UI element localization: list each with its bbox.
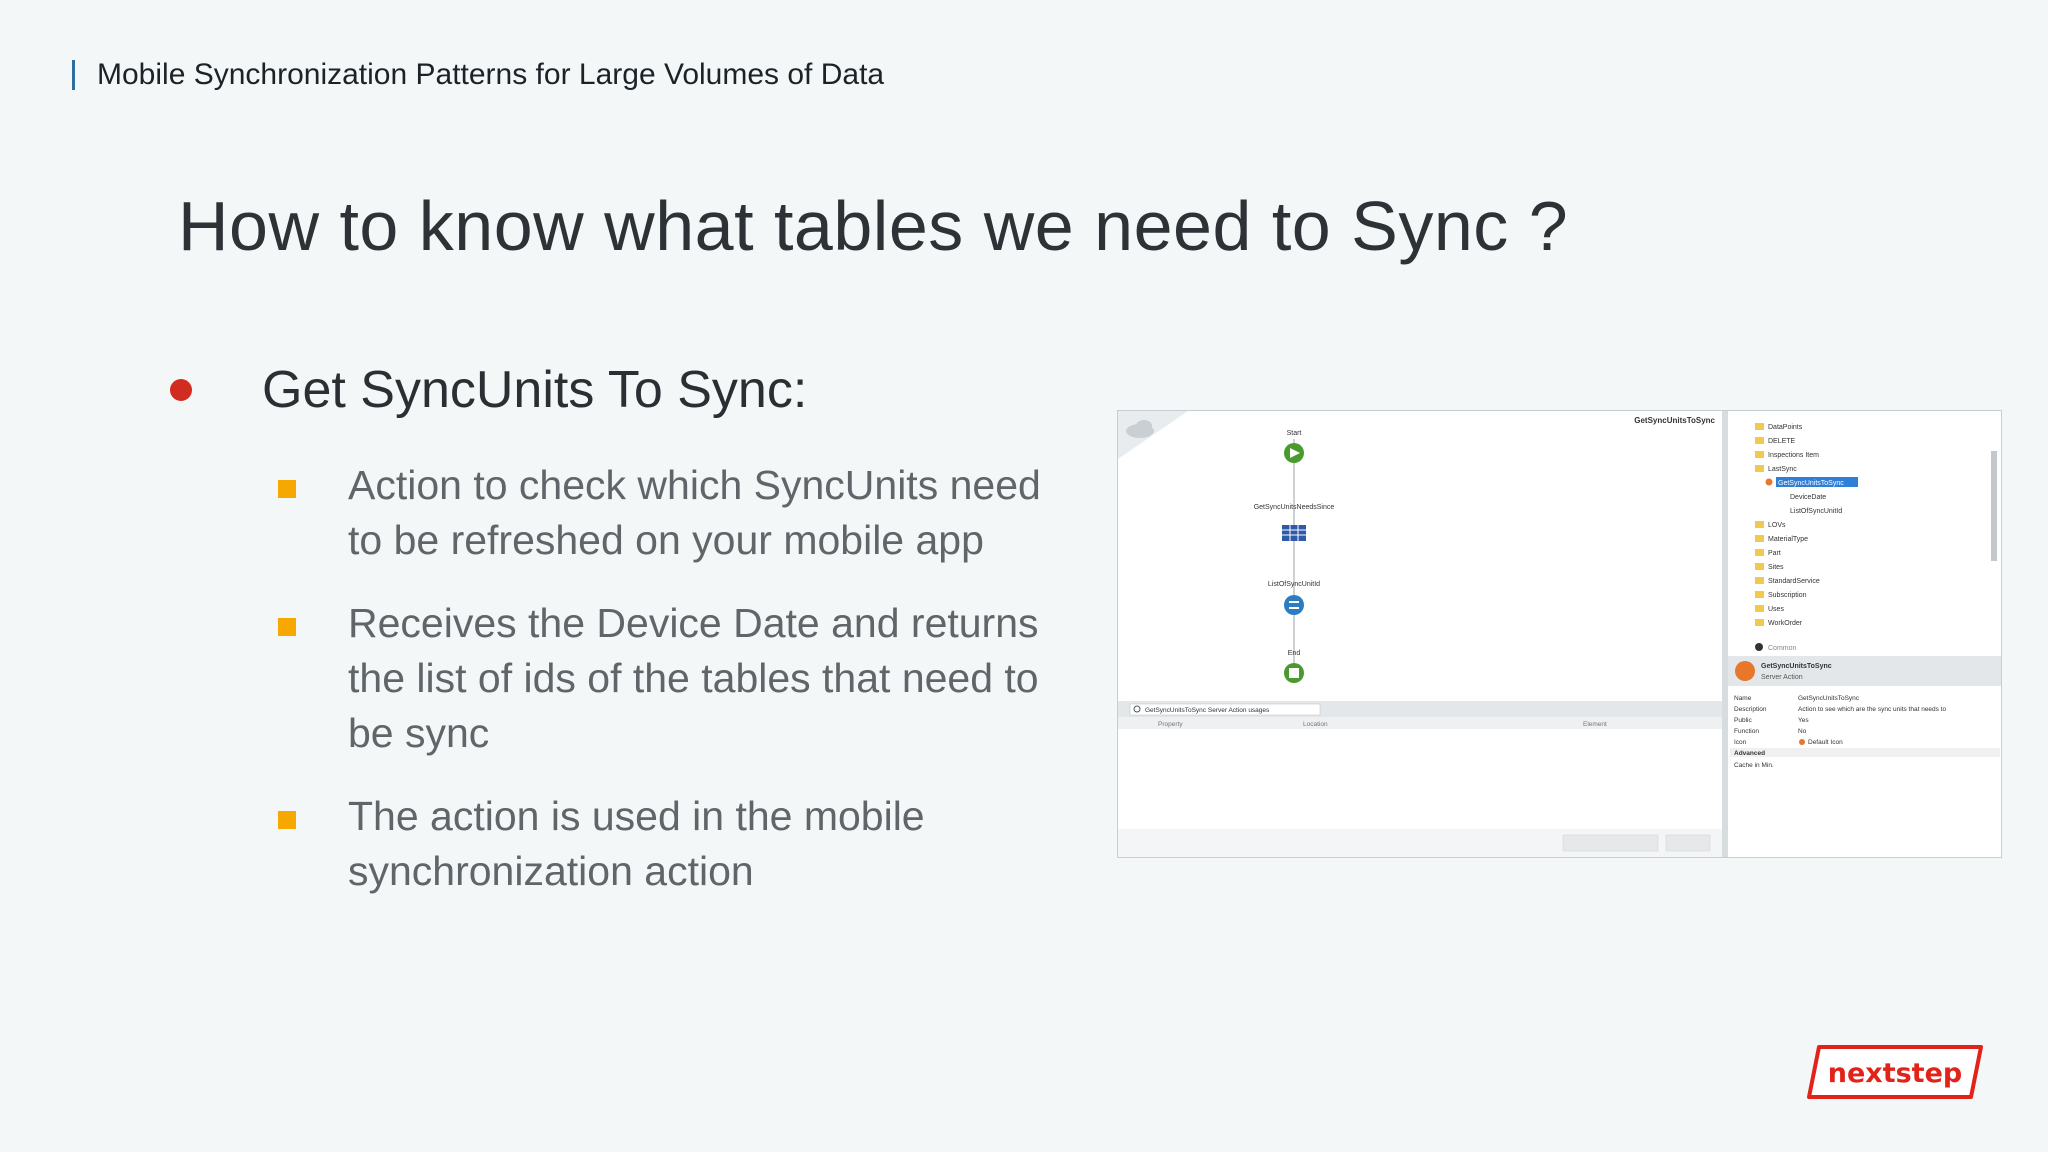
ide-screenshot: GetSyncUnitsToSync Start GetSyncUnitsNee… [1117,410,2002,858]
tree-item[interactable]: Inspections Item [1768,452,1819,459]
tree-item[interactable]: DeviceDate [1790,494,1826,501]
header-title: Mobile Synchronization Patterns for Larg… [97,58,885,91]
logo-text: nextstep [1828,1058,1962,1089]
tree-item[interactable]: DataPoints [1768,424,1803,431]
header: Mobile Synchronization Patterns for Larg… [72,58,884,92]
sub-bullet-text: The action is used in the mobile synchro… [348,793,925,894]
properties-title: GetSyncUnitsToSync [1761,663,1832,670]
tree-item[interactable]: WorkOrder [1768,620,1803,627]
server-action-icon [1735,661,1755,681]
column-header: Location [1303,721,1328,728]
tree-item[interactable]: MaterialType [1768,536,1808,543]
server-action-icon [1765,478,1773,486]
header-accent-bar [72,60,75,90]
main-bullet-text: Get SyncUnits To Sync: [262,361,808,419]
nextstep-logo: nextstep [1805,1043,1985,1106]
flow-node-label: Start [1287,430,1302,437]
assign-node-icon[interactable] [1284,595,1304,615]
property-label: Cache in Min. [1734,762,1774,769]
property-value[interactable]: GetSyncUnitsToSync [1798,695,1860,702]
tree-item[interactable]: Uses [1768,606,1784,613]
aggregate-node-icon[interactable] [1282,525,1306,541]
tree-item[interactable]: ListOfSyncUnitId [1790,508,1842,515]
property-label: Description [1734,706,1767,713]
flow-node-label: End [1288,650,1301,657]
sub-bullet: Receives the Device Date and returns the… [278,596,1068,761]
property-label: Public [1734,717,1752,724]
property-section[interactable]: Advanced [1734,750,1765,757]
square-bullet-icon [278,618,296,636]
property-value[interactable]: Default Icon [1808,739,1843,746]
tree-item[interactable]: Common [1768,645,1797,652]
tree-item[interactable]: DELETE [1768,438,1796,445]
sub-bullet-text: Action to check which SyncUnits need to … [348,462,1041,563]
flow-node-label: ListOfSyncUnitId [1268,581,1320,588]
slide-title: How to know what tables we need to Sync … [178,187,1569,265]
dialog-button[interactable] [1562,834,1659,852]
tree-item[interactable]: Sites [1768,564,1784,571]
square-bullet-icon [278,480,296,498]
property-value[interactable]: Action to see which are the sync units t… [1798,706,1947,713]
sub-bullet: The action is used in the mobile synchro… [278,789,1068,899]
column-header: Element [1583,721,1607,728]
property-label: Function [1734,728,1759,735]
square-bullet-icon [278,811,296,829]
bullet-dot-icon [170,379,192,401]
sub-bullet-text: Receives the Device Date and returns the… [348,600,1039,756]
tree-item[interactable]: Part [1768,550,1781,557]
column-header: Property [1158,721,1183,728]
main-bullet: Get SyncUnits To Sync: [170,360,807,420]
property-label: Icon [1734,739,1747,746]
action-title-label: GetSyncUnitsToSync [1634,416,1715,425]
property-label: Name [1734,695,1752,702]
usages-search-text: GetSyncUnitsToSync Server Action usages [1145,707,1270,714]
sub-bullet: Action to check which SyncUnits need to … [278,458,1068,568]
property-value[interactable]: Yes [1798,717,1809,724]
flow-node-label: GetSyncUnitsNeedsSince [1254,504,1335,511]
tree-item[interactable]: StandardService [1768,578,1820,585]
tree-item[interactable]: Subscription [1768,592,1807,599]
tree-item-selected[interactable]: GetSyncUnitsToSync [1778,480,1844,487]
dialog-button[interactable] [1665,834,1711,852]
tree-item[interactable]: LOVs [1768,522,1786,529]
tree-item[interactable]: LastSync [1768,466,1797,473]
scrollbar[interactable] [1991,451,1997,561]
properties-type: Server Action [1761,674,1803,681]
default-icon [1799,739,1805,745]
gear-icon [1755,643,1763,651]
property-value[interactable]: No [1798,728,1807,735]
